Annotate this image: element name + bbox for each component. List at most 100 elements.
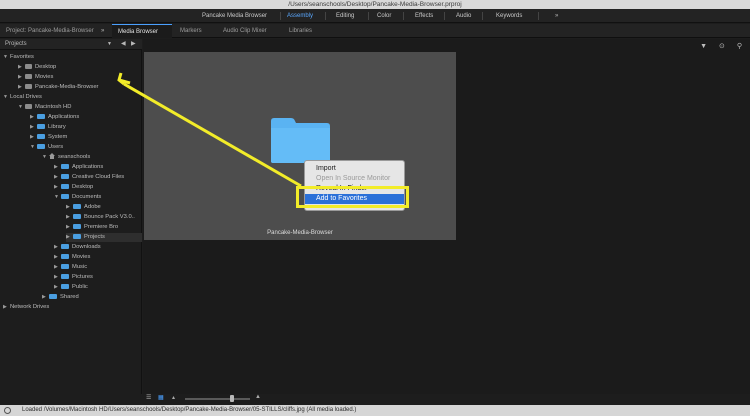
tree-item-local-drives[interactable]: ▼ Local Drives: [3, 93, 42, 102]
collapsed-triangle-icon[interactable]: ▶: [3, 303, 10, 312]
back-arrow-icon[interactable]: ◀: [121, 39, 126, 50]
zoom-in-icon[interactable]: ▲: [255, 394, 261, 400]
tree-item-public[interactable]: ▶ Public: [54, 283, 88, 292]
tree-item-user-movies[interactable]: ▶ Movies: [54, 253, 90, 262]
chevron-down-icon[interactable]: ▼: [107, 39, 112, 50]
folder-icon: [37, 133, 45, 139]
collapsed-triangle-icon[interactable]: ▶: [66, 203, 73, 212]
forward-arrow-icon[interactable]: ▶: [131, 39, 136, 50]
tree-item-shared[interactable]: ▶ Shared: [42, 293, 79, 302]
tab-libraries[interactable]: Libraries: [289, 24, 312, 38]
workspace-tab-audio[interactable]: Audio: [456, 9, 471, 23]
workspace-tab-pancake[interactable]: Pancake Media Browser: [202, 9, 267, 23]
collapsed-triangle-icon[interactable]: ▶: [18, 73, 25, 82]
tree-label: Music: [72, 264, 88, 270]
tree-label: Applications: [72, 164, 104, 170]
tree-item-documents[interactable]: ▼ Documents: [54, 193, 101, 202]
tree-item-adobe[interactable]: ▶ Adobe: [66, 203, 101, 212]
tree-item-macintosh-hd[interactable]: ▼ Macintosh HD: [18, 103, 71, 112]
collapsed-triangle-icon[interactable]: ▶: [54, 173, 61, 182]
collapsed-triangle-icon[interactable]: ▶: [66, 223, 73, 232]
workspace-tab-effects[interactable]: Effects: [415, 9, 433, 23]
expanded-triangle-icon[interactable]: ▼: [54, 193, 61, 202]
workspace-tab-keywords[interactable]: Keywords: [496, 9, 522, 23]
collapsed-triangle-icon[interactable]: ▶: [42, 293, 49, 302]
sidebar-title: Projects: [5, 41, 27, 47]
icon-view-icon[interactable]: ▦: [158, 394, 164, 401]
tree-item-downloads[interactable]: ▶ Downloads: [54, 243, 101, 252]
workspace-separator: [482, 12, 483, 20]
tree-item-network-drives[interactable]: ▶ Network Drives: [3, 303, 49, 312]
tree-item-users[interactable]: ▼ Users: [30, 143, 63, 152]
collapsed-triangle-icon[interactable]: ▶: [18, 63, 25, 72]
sidebar-header: Projects ▼ ◀ ▶: [0, 39, 142, 50]
expanded-triangle-icon[interactable]: ▼: [30, 143, 37, 152]
collapsed-triangle-icon[interactable]: ▶: [54, 243, 61, 252]
tree-item-seanschools[interactable]: ▼ seanschools: [42, 153, 90, 162]
tree-item-pictures[interactable]: ▶ Pictures: [54, 273, 93, 282]
folder-thumbnail[interactable]: Pancake-Media-Browser: [144, 52, 456, 240]
collapsed-triangle-icon[interactable]: ▶: [30, 133, 37, 142]
display-icon[interactable]: ⊙: [719, 43, 725, 50]
collapsed-triangle-icon[interactable]: ▶: [54, 183, 61, 192]
collapsed-triangle-icon[interactable]: ▶: [54, 273, 61, 282]
tree-item-creative-cloud-files[interactable]: ▶ Creative Cloud Files: [54, 173, 124, 182]
expanded-triangle-icon[interactable]: ▼: [42, 153, 49, 162]
collapsed-triangle-icon[interactable]: ▶: [54, 263, 61, 272]
tab-overflow-icon[interactable]: »: [101, 24, 104, 38]
tree-label: Users: [48, 144, 64, 150]
tree-item-premiere-bro[interactable]: ▶ Premiere Bro: [66, 223, 118, 232]
collapsed-triangle-icon[interactable]: ▶: [66, 233, 73, 242]
tree-item-user-applications[interactable]: ▶ Applications: [54, 163, 103, 172]
thumbnail-zoom-slider[interactable]: [185, 398, 250, 400]
tree-label: Premiere Bro: [84, 224, 119, 230]
folder-icon: [61, 243, 69, 249]
expanded-triangle-icon[interactable]: ▼: [3, 53, 10, 62]
filter-icon[interactable]: ▼: [700, 43, 707, 50]
workspace-tab-editing[interactable]: Editing: [336, 9, 354, 23]
tree-item-library[interactable]: ▶ Library: [30, 123, 66, 132]
tree-item-desktop-favorite[interactable]: ▶ Desktop: [18, 63, 56, 72]
workspace-tab-assembly[interactable]: Assembly: [287, 9, 313, 23]
collapsed-triangle-icon[interactable]: ▶: [18, 83, 25, 92]
tree-item-music[interactable]: ▶ Music: [54, 263, 87, 272]
collapsed-triangle-icon[interactable]: ▶: [54, 163, 61, 172]
tab-media-browser[interactable]: Media Browser: [112, 24, 172, 38]
collapsed-triangle-icon[interactable]: ▶: [30, 123, 37, 132]
tree-item-user-desktop[interactable]: ▶ Desktop: [54, 183, 93, 192]
workspace-separator: [325, 12, 326, 20]
tab-markers[interactable]: Markers: [180, 24, 202, 38]
tab-project[interactable]: Project: Pancake-Media-Browser: [6, 24, 94, 38]
tree-item-projects[interactable]: ▶ Projects: [66, 233, 142, 242]
status-bar: Loaded /Volumes/Macintosh HD/Users/seans…: [0, 405, 750, 416]
tree-item-system[interactable]: ▶ System: [30, 133, 67, 142]
workspace-separator: [280, 12, 281, 20]
tab-audio-clip-mixer[interactable]: Audio Clip Mixer: [223, 24, 267, 38]
folder-icon: [49, 293, 57, 299]
tree-item-bounce-pack[interactable]: ▶ Bounce Pack V3.0..: [66, 213, 135, 222]
menu-item-import[interactable]: Import: [305, 164, 404, 174]
list-view-icon[interactable]: ☰: [146, 394, 151, 401]
folder-icon: [73, 223, 81, 229]
collapsed-triangle-icon[interactable]: ▶: [54, 253, 61, 262]
expanded-triangle-icon[interactable]: ▼: [3, 93, 10, 102]
tree-label: Desktop: [72, 184, 94, 190]
folder-icon: [61, 163, 69, 169]
workspace-overflow-icon[interactable]: »: [555, 9, 558, 23]
tree-item-applications[interactable]: ▶ Applications: [30, 113, 79, 122]
tree-item-favorites[interactable]: ▼ Favorites: [3, 53, 34, 62]
tree-label: Local Drives: [10, 94, 42, 100]
zoom-out-icon[interactable]: ▴: [172, 394, 175, 401]
folder-icon: [73, 213, 81, 219]
search-icon[interactable]: ⚲: [737, 43, 742, 50]
folder-icon: [61, 273, 69, 279]
expanded-triangle-icon[interactable]: ▼: [18, 103, 25, 112]
collapsed-triangle-icon[interactable]: ▶: [66, 213, 73, 222]
workspace-tab-color[interactable]: Color: [377, 9, 391, 23]
collapsed-triangle-icon[interactable]: ▶: [30, 113, 37, 122]
tree-item-movies-favorite[interactable]: ▶ Movies: [18, 73, 53, 82]
tree-item-pancake-favorite[interactable]: ▶ Pancake-Media-Browser: [18, 83, 98, 92]
tree-label: Shared: [60, 294, 79, 300]
slider-handle[interactable]: [230, 395, 234, 402]
collapsed-triangle-icon[interactable]: ▶: [54, 283, 61, 292]
